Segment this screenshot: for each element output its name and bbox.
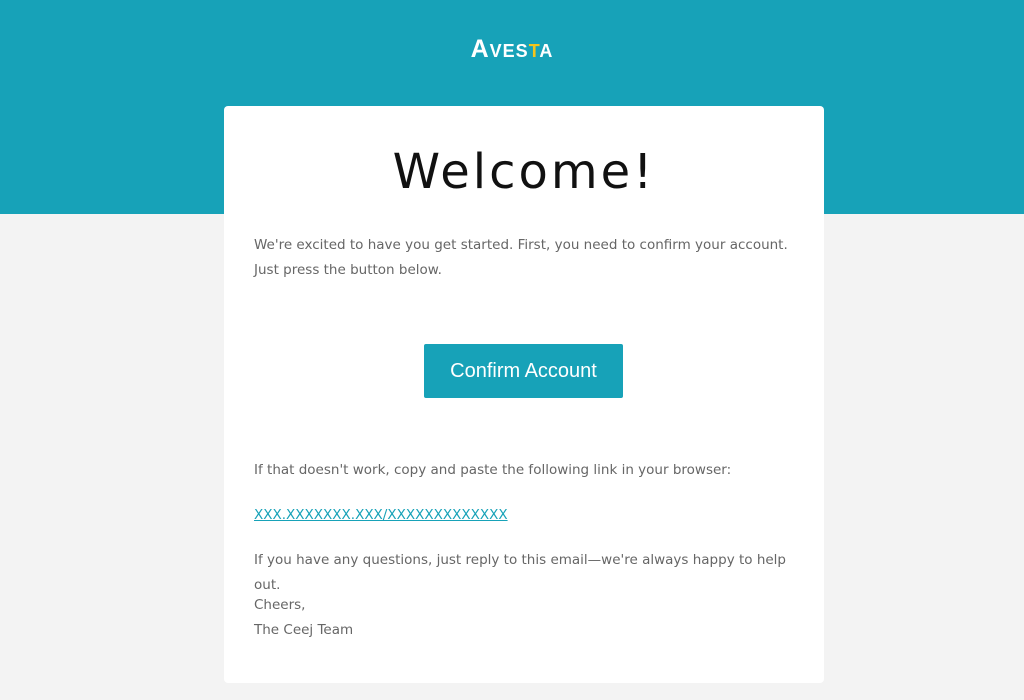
signoff-greeting: Cheers, xyxy=(254,597,306,613)
signoff-team: The Ceej Team xyxy=(254,622,354,638)
email-card: Welcome! We're excited to have you get s… xyxy=(224,106,824,683)
confirm-account-button[interactable]: Confirm Account xyxy=(424,344,623,398)
fallback-instructions: If that doesn't work, copy and paste the… xyxy=(254,462,732,478)
avesta-logo: AVESTA xyxy=(0,34,1024,68)
questions-text: If you have any questions, just reply to… xyxy=(254,552,787,593)
logo-letters-ves: VES xyxy=(489,41,529,61)
logo-letter-a: A xyxy=(470,35,490,63)
intro-text: We're excited to have you get started. F… xyxy=(254,237,788,278)
confirmation-link[interactable]: XXX.XXXXXXX.XXX/XXXXXXXXXXXXX xyxy=(254,503,794,528)
logo-letter-t: T xyxy=(528,41,540,61)
logo-letter-a-end: A xyxy=(539,41,554,61)
welcome-title: Welcome! xyxy=(392,144,656,200)
signoff: Cheers, The Ceej Team xyxy=(254,593,794,643)
